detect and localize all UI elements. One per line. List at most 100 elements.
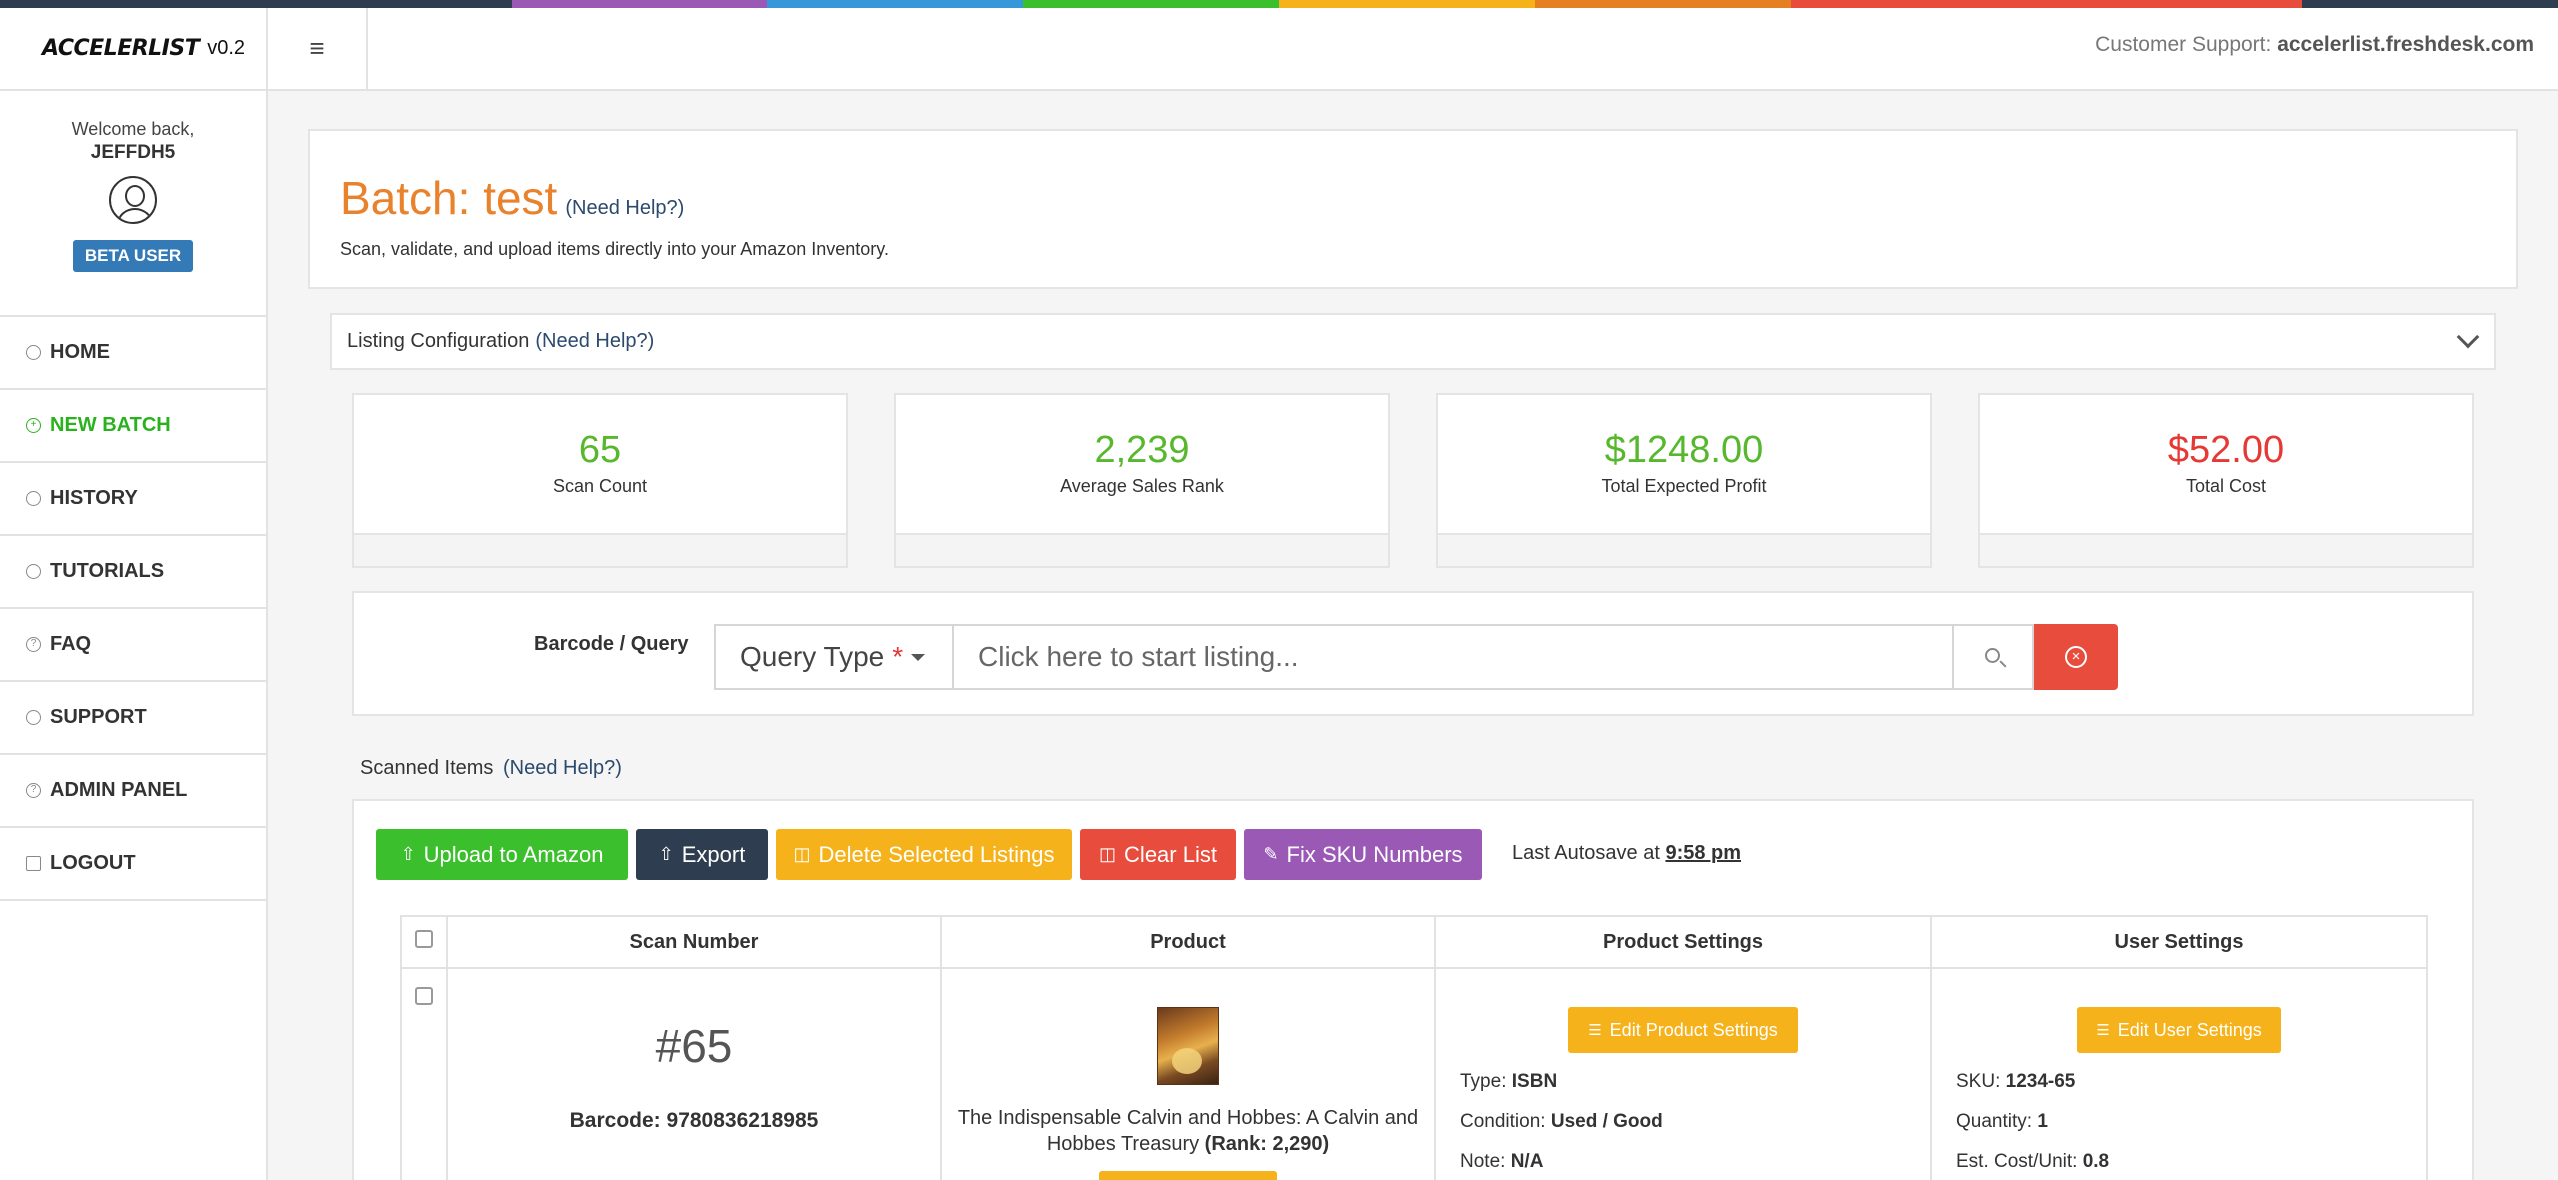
question-icon: ? (26, 637, 41, 652)
stat-label: Total Cost (2185, 476, 2267, 496)
column-header[interactable]: Product Settings (1434, 915, 1932, 969)
stat-label: Scan Count (552, 476, 648, 496)
sidebar-item-label: HOME (50, 341, 110, 363)
listing-configuration-bar[interactable]: Listing Configuration (Need Help?) (330, 313, 2496, 370)
barcode: Barcode: 9780836218985 (448, 1109, 940, 1133)
sidebar-item-admin-panel[interactable]: ? ADMIN PANEL (0, 755, 266, 828)
brand[interactable]: ACCELERLIST v0.2 (0, 8, 266, 91)
trash-icon: ◫ (793, 844, 811, 864)
kv-value: ISBN (1511, 1071, 1558, 1092)
stat-average-sales-rank: 2,239 Average Sales Rank (894, 393, 1390, 568)
kv-label: Quantity: (1956, 1111, 2033, 1132)
row-select-cell (400, 967, 448, 1180)
batch-title-text: Batch: test (340, 172, 558, 224)
table-row: #65 Barcode: 9780836218985 The Indispens… (400, 967, 2428, 1180)
select-all-cell (400, 915, 448, 969)
export-button[interactable]: ⇧ Export (636, 829, 768, 880)
kv-label: Note: (1460, 1151, 1506, 1172)
product-action-button[interactable] (1099, 1171, 1277, 1180)
query-type-dropdown[interactable]: Query Type * (714, 624, 954, 690)
color-strip-segment (767, 0, 1024, 8)
scan-number: #65 (655, 1020, 733, 1072)
clear-query-button[interactable]: × (2034, 624, 2118, 690)
edit-user-settings-button[interactable]: ☰ Edit User Settings (2077, 1007, 2281, 1053)
clear-list-button[interactable]: ◫ Clear List (1080, 829, 1236, 880)
batch-subtitle: Scan, validate, and upload items directl… (340, 239, 889, 259)
barcode-query-card: Barcode / Query Query Type * × (352, 591, 2474, 716)
sidebar-item-label: HISTORY (50, 487, 138, 509)
product-note: Note: N/A (1460, 1151, 1906, 1173)
sidebar-item-label: SUPPORT (50, 706, 147, 728)
upload-to-amazon-button[interactable]: ⇧ Upload to Amazon (376, 829, 628, 880)
barcode-search-input[interactable] (952, 624, 1954, 690)
sliders-icon: ☰ (1588, 1022, 1602, 1039)
button-label: Upload to Amazon (423, 841, 604, 867)
kv-value: N/A (1510, 1151, 1544, 1172)
chevron-down-icon[interactable] (2456, 325, 2480, 349)
lifebuoy-icon (26, 710, 41, 725)
column-header[interactable]: User Settings (1930, 915, 2428, 969)
brand-version: v0.2 (207, 37, 246, 59)
button-label: Export (681, 841, 746, 867)
sidebar-item-label: NEW BATCH (50, 414, 171, 436)
color-strip-segment (2302, 0, 2558, 8)
sidebar-item-support[interactable]: SUPPORT (0, 682, 266, 755)
home-icon (26, 345, 41, 360)
column-header[interactable]: Product (940, 915, 1436, 969)
trash-icon: ◫ (1099, 844, 1117, 864)
sidebar-item-new-batch[interactable]: + NEW BATCH (0, 390, 266, 463)
export-icon: ⇧ (658, 844, 674, 864)
username: JEFFDH5 (90, 142, 176, 163)
batch-help-link[interactable]: (Need Help?) (565, 197, 684, 219)
book-icon (26, 564, 41, 579)
sliders-icon: ☰ (2096, 1022, 2110, 1039)
product-title-text: The Indispensable Calvin and Hobbes: A C… (957, 1107, 1419, 1155)
top-color-strip (0, 0, 2558, 8)
select-all-checkbox[interactable] (415, 930, 433, 948)
brand-logo: ACCELERLIST (42, 36, 200, 61)
caret-down-icon (911, 653, 926, 661)
page-title: Batch: test (Need Help?) (340, 171, 684, 225)
button-label: Edit User Settings (2117, 1019, 2262, 1040)
stat-footer (1980, 533, 2472, 566)
product-title: The Indispensable Calvin and Hobbes: A C… (956, 1105, 1420, 1157)
delete-selected-listings-button[interactable]: ◫ Delete Selected Listings (776, 829, 1072, 880)
sidebar-item-label: FAQ (50, 633, 92, 655)
color-strip-segment (1534, 0, 1791, 8)
sidebar-item-home[interactable]: HOME (0, 317, 266, 390)
avatar-icon (109, 176, 157, 224)
product-cell: The Indispensable Calvin and Hobbes: A C… (940, 967, 1436, 1180)
sidebar-item-faq[interactable]: ? FAQ (0, 609, 266, 682)
sidebar-item-label: LOGOUT (50, 852, 136, 874)
button-label: Fix SKU Numbers (1286, 841, 1463, 867)
upload-icon: ⇧ (400, 844, 416, 864)
listing-configuration-title: Listing Configuration (347, 330, 530, 352)
stat-footer (1438, 533, 1930, 566)
main-content: Batch: test (Need Help?) Scan, validate, … (268, 91, 2558, 1180)
search-button[interactable] (1952, 624, 2034, 690)
sidebar-item-logout[interactable]: LOGOUT (0, 828, 266, 901)
kv-label: Condition: (1460, 1111, 1546, 1132)
edit-product-settings-button[interactable]: ☰ Edit Product Settings (1568, 1007, 1798, 1053)
sidebar-item-history[interactable]: HISTORY (0, 463, 266, 536)
stat-total-cost: $52.00 Total Cost (1978, 393, 2474, 568)
column-header[interactable]: Scan Number (446, 915, 942, 969)
question-icon: ? (26, 783, 41, 798)
config-help-link[interactable]: (Need Help?) (535, 330, 654, 353)
fix-sku-numbers-button[interactable]: ✎ Fix SKU Numbers (1244, 829, 1482, 880)
color-strip-segment (511, 0, 768, 8)
hamburger-icon[interactable]: ≡ (268, 8, 368, 89)
scanned-help-link[interactable]: (Need Help?) (503, 757, 622, 779)
stat-value: 65 (578, 429, 622, 471)
row-checkbox[interactable] (415, 987, 433, 1005)
product-thumbnail[interactable] (1157, 1007, 1219, 1085)
color-strip-segment (1023, 0, 1279, 8)
edit-icon: ✎ (1263, 844, 1279, 864)
autosave-time: 9:58 pm (1665, 842, 1742, 864)
support-link[interactable]: accelerlist.freshdesk.com (2277, 33, 2534, 56)
barcode-label: Barcode: (569, 1109, 661, 1132)
user-profile: Welcome back, JEFFDH5 BETA USER (0, 91, 266, 317)
kv-value: 1 (2037, 1111, 2048, 1132)
sidebar-item-tutorials[interactable]: TUTORIALS (0, 536, 266, 609)
stat-footer (896, 533, 1388, 566)
